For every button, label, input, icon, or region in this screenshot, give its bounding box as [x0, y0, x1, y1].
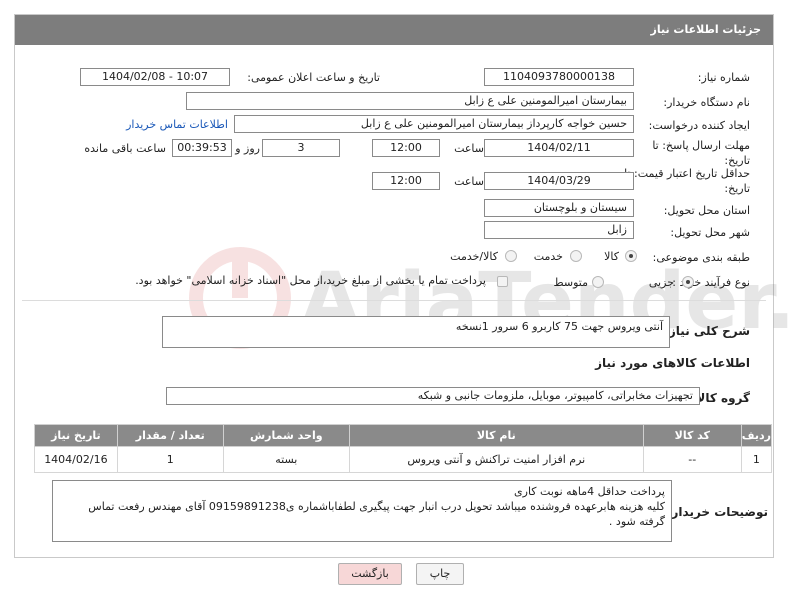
price-validity-time-label: ساعت	[454, 175, 484, 188]
buyer-org-field: بیمارستان امیرالمومنین علی ع زابل	[186, 92, 634, 110]
category-option-goods: کالا	[604, 250, 619, 263]
need-number-label: شماره نیاز:	[697, 71, 750, 84]
buyer-notes-field: پرداخت حداقل 4ماهه نوبت کاری کلیه هزینه …	[52, 480, 672, 542]
requester-field: حسین خواجه کارپرداز بیمارستان امیرالمومن…	[234, 115, 634, 133]
price-validity-time-field: 12:00	[372, 172, 440, 190]
category-label: طبقه بندی موضوعی:	[652, 251, 750, 264]
reply-time-label: ساعت	[454, 142, 484, 155]
category-radio-service[interactable]	[570, 250, 582, 262]
need-number-field: 1104093780000138	[484, 68, 634, 86]
category-option-goods-service: کالا/خدمت	[450, 250, 498, 263]
process-option-minor: جزیی	[648, 276, 674, 289]
panel-header: جزئیات اطلاعات نیاز	[15, 15, 773, 45]
description-field: آنتی ویروس جهت 75 کاربرو 6 سرور 1نسخه	[162, 316, 670, 348]
process-radio-minor[interactable]	[682, 276, 694, 288]
province-field: سیستان و بلوچستان	[484, 199, 634, 217]
province-label: استان محل تحویل:	[663, 204, 750, 217]
city-label: شهر محل تحویل:	[670, 226, 750, 239]
divider	[22, 300, 766, 301]
table-header-row: ردیف کد کالا نام کالا واحد شمارش تعداد /…	[34, 424, 773, 447]
requester-label: ایجاد کننده درخواست:	[648, 119, 750, 132]
goods-group-label: گروه کالا:	[691, 391, 750, 405]
goods-section-title: اطلاعات کالاهای مورد نیاز	[595, 356, 750, 370]
back-button[interactable]: بازگشت	[338, 563, 402, 585]
cell-quantity: 1	[116, 446, 224, 473]
price-validity-label: حداقل تاریخ اعتبار قیمت: تا تاریخ:	[624, 167, 750, 195]
category-radio-goods[interactable]	[625, 250, 637, 262]
price-validity-date-field: 1404/03/29	[484, 172, 634, 190]
goods-group-field: تجهیزات مخابراتی، کامپیوتر، موبایل، ملزو…	[166, 387, 700, 405]
col-need-date: تاریخ نیاز	[34, 424, 118, 447]
process-option-medium: متوسط	[553, 276, 588, 289]
reply-days-field: 3	[262, 139, 340, 157]
treasury-checkbox[interactable]	[497, 276, 508, 287]
buyer-notes-label: توضیحات خریدار:	[666, 505, 768, 519]
description-label: شرح کلی نیاز:	[664, 324, 750, 338]
process-radio-medium[interactable]	[592, 276, 604, 288]
buyer-notes-line: گرفته شود .	[608, 515, 665, 528]
announce-label: تاریخ و ساعت اعلان عمومی:	[247, 71, 380, 84]
reply-days-label: روز و	[235, 142, 260, 155]
col-quantity: تعداد / مقدار	[116, 424, 224, 447]
reply-date-field: 1404/02/11	[484, 139, 634, 157]
buyer-contact-link[interactable]: اطلاعات تماس خریدار	[126, 118, 228, 131]
remaining-time-label: ساعت باقی مانده	[84, 142, 166, 155]
announce-datetime-field: 1404/02/08 - 10:07	[80, 68, 230, 86]
table-row: 1 -- نرم افزار امنیت تراکنش و آنتی ویروس…	[34, 446, 773, 473]
col-item-name: نام کالا	[348, 424, 644, 447]
cell-row-number: 1	[740, 446, 773, 473]
treasury-note: پرداخت تمام یا بخشی از مبلغ خرید،از محل …	[135, 274, 486, 287]
category-radio-goods-service[interactable]	[505, 250, 517, 262]
buyer-notes-line: کلیه هزینه هابرعهده فروشنده میباشد تحویل…	[88, 500, 665, 513]
reply-deadline-label: مهلت ارسال پاسخ: تا تاریخ:	[652, 139, 750, 167]
goods-table: ردیف کد کالا نام کالا واحد شمارش تعداد /…	[34, 424, 773, 473]
cell-item-code: --	[642, 446, 742, 473]
col-row-number: ردیف	[740, 424, 773, 447]
buyer-notes-line: پرداخت حداقل 4ماهه نوبت کاری	[514, 485, 665, 498]
category-option-service: خدمت	[533, 250, 563, 263]
cell-unit: بسته	[222, 446, 350, 473]
col-unit: واحد شمارش	[222, 424, 350, 447]
cell-item-name: نرم افزار امنیت تراکنش و آنتی ویروس	[348, 446, 644, 473]
remaining-time-field: 00:39:53	[172, 139, 232, 157]
buyer-org-label: نام دستگاه خریدار:	[663, 96, 750, 109]
col-item-code: کد کالا	[642, 424, 742, 447]
reply-time-field: 12:00	[372, 139, 440, 157]
city-field: زابل	[484, 221, 634, 239]
print-button[interactable]: چاپ	[416, 563, 464, 585]
cell-need-date: 1404/02/16	[34, 446, 118, 473]
